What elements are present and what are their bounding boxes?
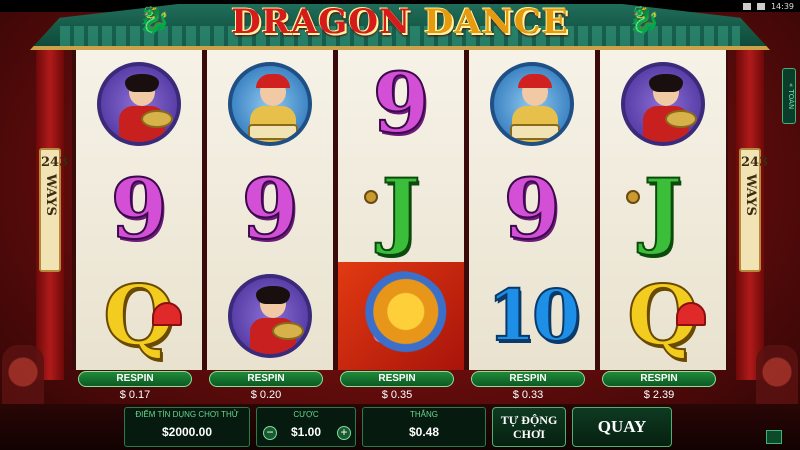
symbol-glyph-jack: J	[381, 162, 422, 258]
respin-cost-2: $ 0.20	[250, 389, 282, 401]
symbol-glyph-nine: 9	[240, 162, 299, 258]
reel-1: 9Q	[76, 50, 202, 370]
symbol-woman-cymbal-icon	[76, 50, 202, 158]
symbol-jack: J	[600, 156, 726, 264]
win-value: $0.48	[408, 425, 440, 439]
respin-button-3[interactable]: RESPIN	[340, 371, 454, 387]
credit-panel: ĐIỂM TÍN DỤNG CHƠI THỬ $2000.00	[124, 407, 250, 447]
woman-cymbal-icon	[97, 62, 181, 146]
ways-text: WAYS	[43, 174, 58, 216]
battery-icon	[756, 2, 765, 10]
clock: 14:39	[770, 1, 794, 11]
symbol-glyph-nine: 9	[371, 56, 430, 152]
symbol-nine: 9	[469, 156, 595, 264]
respin-cost-1: $ 0.17	[119, 389, 151, 401]
reel-3: 9J	[338, 50, 464, 370]
title-word-dragon: DRAGON	[231, 2, 412, 42]
symbol-jack: J	[338, 156, 464, 264]
bet-label: CƯỢC	[293, 410, 319, 419]
bet-decrease-button[interactable]: −	[263, 426, 277, 440]
dragon-ornament-left-icon: 🐉	[138, 6, 171, 36]
title-word-dance: DANCE	[423, 2, 569, 42]
fan-icon	[676, 302, 706, 326]
reel-4: 9 10	[469, 50, 595, 370]
ways-sign-left: 243 WAYS	[39, 148, 69, 272]
credit-label: ĐIỂM TÍN DỤNG CHƠI THỬ	[135, 410, 239, 419]
respin-cost-4: $ 0.33	[512, 389, 544, 401]
ways-text: WAYS	[743, 174, 758, 216]
symbol-dragon	[338, 262, 464, 370]
symbol-glyph-nine: 9	[109, 162, 168, 258]
win-panel: THẮNG $0.48	[362, 407, 486, 447]
dragon-ornament-right-icon: 🐉	[628, 6, 661, 36]
respin-cost-5: $ 2.39	[643, 389, 675, 401]
symbol-nine: 9	[338, 50, 464, 158]
symbol-drummer-icon	[207, 50, 333, 158]
ways-number: 243	[741, 155, 769, 170]
ways-number: 243	[41, 155, 69, 170]
autoplay-button[interactable]: TỰ ĐỘNG CHƠI	[492, 407, 566, 447]
credit-value: $2000.00	[161, 425, 213, 439]
fan-icon	[152, 302, 182, 326]
respin-button-5[interactable]: RESPIN	[602, 371, 716, 387]
respin-button-2[interactable]: RESPIN	[209, 371, 323, 387]
reel-area: 9 Q 9 9 J 9 10 J Q	[72, 50, 728, 370]
win-label: THẮNG	[410, 410, 438, 419]
notification-icon	[742, 2, 751, 10]
drummer-icon	[490, 62, 574, 146]
full-screen-tab[interactable]: « TOÀN	[782, 68, 796, 124]
drummer-icon	[228, 62, 312, 146]
reel-2: 9	[207, 50, 333, 370]
symbol-glyph-ten: 10	[486, 274, 581, 357]
symbol-ten: 10	[469, 262, 595, 370]
symbol-glyph-nine: 9	[502, 162, 561, 258]
game-title: DRAGON DANCE	[200, 2, 600, 44]
symbol-nine: 9	[207, 156, 333, 264]
woman-cymbal-icon	[621, 62, 705, 146]
spin-button[interactable]: QUAY	[572, 407, 672, 447]
coin-icon	[626, 190, 640, 204]
bet-increase-button[interactable]: +	[337, 426, 351, 440]
symbol-queen: Q	[76, 262, 202, 370]
symbol-woman-cymbal-icon	[600, 50, 726, 158]
dragon-icon	[353, 271, 449, 361]
respin-button-1[interactable]: RESPIN	[78, 371, 192, 387]
symbol-drummer-icon	[469, 50, 595, 158]
coin-icon	[364, 190, 378, 204]
respin-cost-3: $ 0.35	[381, 389, 413, 401]
ways-sign-right: 243 WAYS	[739, 148, 769, 272]
bet-panel: CƯỢC $1.00 − +	[256, 407, 356, 447]
symbol-queen: Q	[600, 262, 726, 370]
menu-icon[interactable]	[766, 430, 782, 444]
reel-5: JQ	[600, 50, 726, 370]
symbol-nine: 9	[76, 156, 202, 264]
respin-button-4[interactable]: RESPIN	[471, 371, 585, 387]
symbol-glyph-jack: J	[643, 162, 684, 258]
autoplay-label-1: TỰ ĐỘNG	[500, 413, 558, 427]
woman-cymbal-icon	[228, 274, 312, 358]
symbol-woman-cymbal-icon	[207, 262, 333, 370]
autoplay-label-2: CHƠI	[512, 427, 545, 441]
